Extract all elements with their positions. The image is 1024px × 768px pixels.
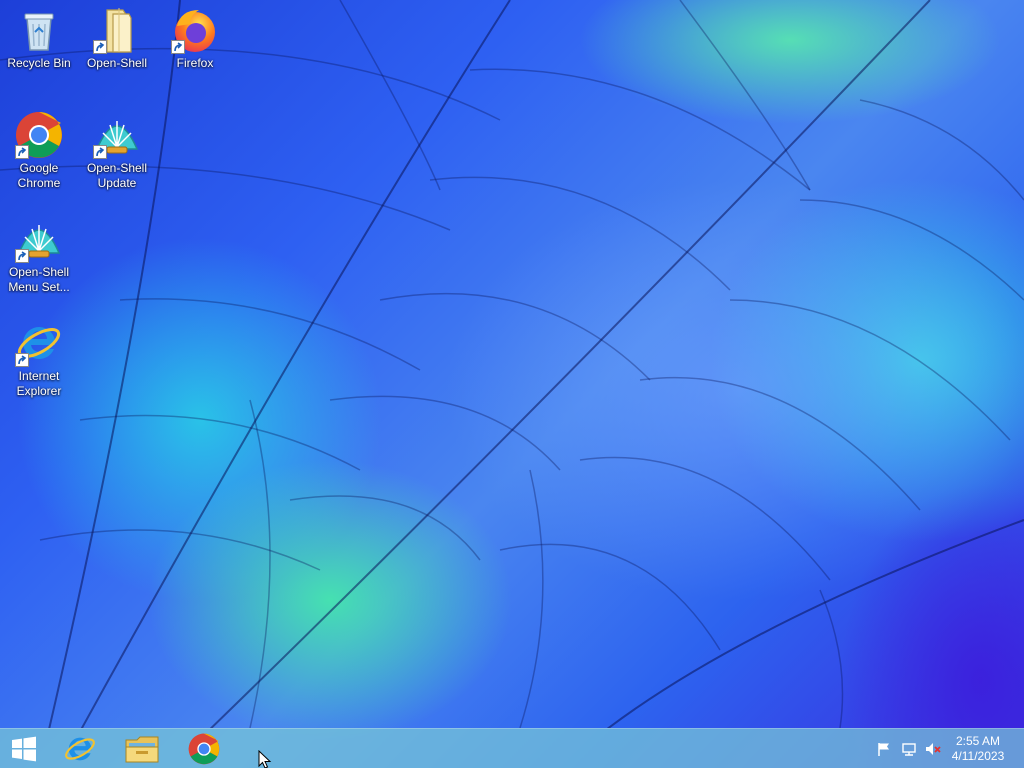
clock-date: 4/11/2023	[951, 749, 1005, 763]
firefox-icon	[171, 6, 219, 54]
desktop-icon-internet-explorer[interactable]: Internet Explorer	[1, 319, 77, 399]
desktop-icon-label: Open-Shell Update	[86, 161, 148, 190]
taskbar: 2:55 AM 4/11/2023	[0, 728, 1024, 768]
shortcut-arrow-icon	[15, 145, 29, 159]
desktop-icon-google-chrome[interactable]: Google Chrome	[1, 111, 77, 191]
recycle-bin-icon	[15, 6, 63, 54]
open-shell-icon	[93, 111, 141, 159]
desktop[interactable]: Recycle Bin Open-Shell Firefox Google Ch…	[0, 0, 1024, 768]
shortcut-arrow-icon	[15, 353, 29, 367]
folder-icon	[125, 736, 159, 763]
clock-time: 2:55 AM	[955, 734, 1001, 748]
desktop-icon-label: Firefox	[176, 56, 214, 70]
mouse-cursor-icon	[258, 750, 272, 768]
desktop-icon-firefox[interactable]: Firefox	[157, 6, 233, 71]
speaker-muted-icon[interactable]	[925, 741, 941, 757]
chrome-icon	[15, 111, 63, 159]
system-tray: 2:55 AM 4/11/2023	[864, 729, 1024, 768]
internet-explorer-icon	[15, 319, 63, 367]
desktop-icon-label: Internet Explorer	[16, 369, 62, 398]
shortcut-arrow-icon	[93, 145, 107, 159]
shortcut-arrow-icon	[15, 249, 29, 263]
desktop-icon-label: Recycle Bin	[7, 56, 71, 70]
shortcut-arrow-icon	[93, 40, 107, 54]
taskbar-file-explorer[interactable]	[114, 729, 170, 768]
internet-explorer-icon	[65, 737, 95, 761]
action-center-flag-icon[interactable]	[876, 741, 892, 757]
desktop-icon-label: Open-Shell	[86, 56, 148, 70]
wallpaper-balloon	[0, 0, 1024, 728]
desktop-icon-recycle-bin[interactable]: Recycle Bin	[1, 6, 77, 71]
desktop-icon-label: Open-Shell Menu Set...	[8, 265, 70, 294]
shortcut-arrow-icon	[171, 40, 185, 54]
clock[interactable]: 2:55 AM 4/11/2023	[948, 734, 1008, 764]
folder-icon	[93, 6, 141, 54]
network-icon[interactable]	[901, 741, 917, 757]
chrome-icon	[188, 733, 220, 765]
windows-logo-icon	[12, 736, 36, 762]
start-button[interactable]	[0, 729, 48, 768]
desktop-icon-open-shell[interactable]: Open-Shell	[79, 6, 155, 71]
desktop-icon-open-shell-menu-settings[interactable]: Open-Shell Menu Set...	[1, 215, 77, 295]
taskbar-internet-explorer[interactable]	[52, 729, 108, 768]
taskbar-google-chrome[interactable]	[176, 729, 232, 768]
desktop-icon-open-shell-update[interactable]: Open-Shell Update	[79, 111, 155, 191]
desktop-icon-label: Google Chrome	[17, 161, 61, 190]
open-shell-icon	[15, 215, 63, 263]
